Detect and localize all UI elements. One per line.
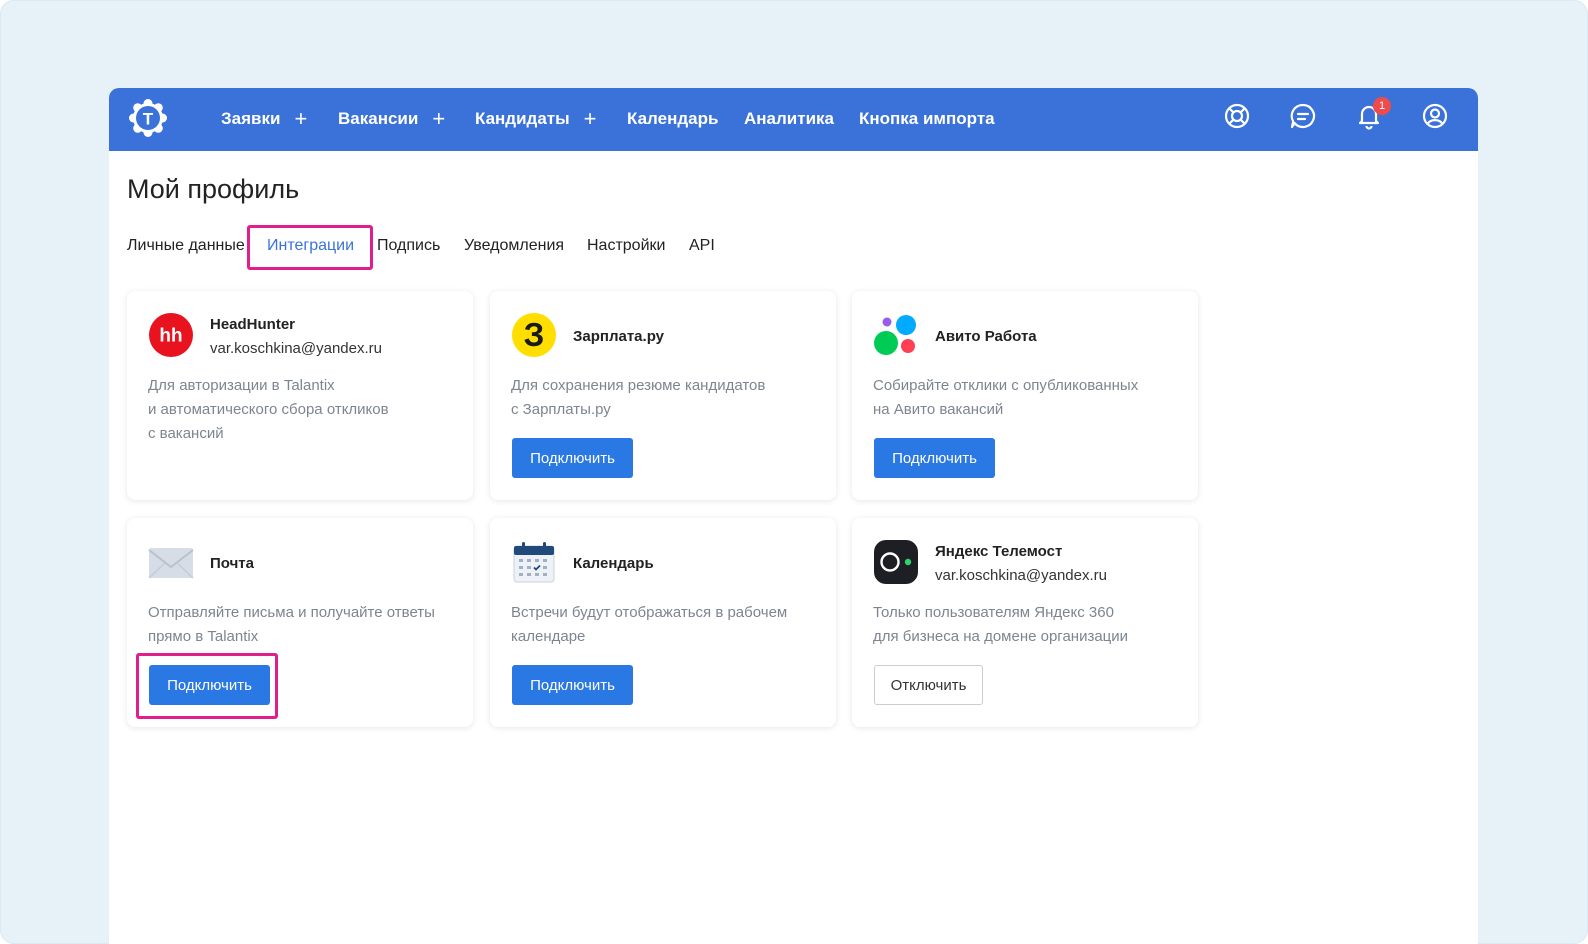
notification-count-badge: 1	[1373, 97, 1391, 115]
svg-text:З: З	[524, 316, 545, 353]
user-profile-icon[interactable]	[1421, 102, 1449, 130]
connect-zarplata-button[interactable]: Подключить	[512, 438, 633, 478]
integration-description: Для авторизации в Talantix и автоматичес…	[148, 377, 389, 442]
avito-logo-icon	[874, 315, 916, 355]
nav-item-analytics[interactable]: Аналитика	[744, 106, 834, 132]
tab-signature[interactable]: Подпись	[377, 237, 440, 255]
integration-name: Календарь	[573, 555, 654, 572]
nav-item-calendar[interactable]: Календарь	[627, 106, 718, 132]
nav-item-requests[interactable]: Заявки +	[221, 106, 307, 132]
svg-text:T: T	[143, 110, 154, 129]
integration-description: Только пользователям Яндекс 360 для бизн…	[873, 604, 1129, 645]
integration-description: Для сохранения резюме кандидатов с Зарпл…	[511, 377, 766, 418]
tab-api[interactable]: API	[689, 237, 715, 255]
chat-icon[interactable]	[1289, 102, 1317, 130]
integration-description: Встречи будут отображаться в рабочем кал…	[511, 604, 788, 645]
zarplata-logo-icon: З	[512, 313, 556, 357]
connect-calendar-button[interactable]: Подключить	[512, 665, 633, 705]
nav-item-candidates[interactable]: Кандидаты +	[475, 106, 597, 132]
svg-text:hh: hh	[159, 326, 182, 347]
integration-card-zarplata: З Зарплата.ру Для сохранения резюме канд…	[490, 291, 836, 500]
add-vacancy-button[interactable]: +	[432, 108, 445, 130]
page-title: Мой профиль	[127, 174, 300, 204]
integration-description: Отправляйте письма и получайте ответы пр…	[148, 604, 435, 645]
disconnect-telemost-button[interactable]: Отключить	[874, 665, 983, 705]
integration-account-email: var.koschkina@yandex.ru	[210, 340, 382, 357]
nav-item-vacancies[interactable]: Вакансии +	[338, 106, 445, 132]
integration-card-calendar: Календарь Встречи будут отображаться в р…	[490, 518, 836, 727]
integration-card-telemost: Яндекс Телемост var.koschkina@yandex.ru …	[852, 518, 1198, 727]
integration-card-headhunter: hh HeadHunter var.koschkina@yandex.ru Дл…	[127, 291, 473, 500]
app-window: T Заявки + Вакансии + Кандидаты + Календ…	[109, 88, 1478, 944]
integration-account-email: var.koschkina@yandex.ru	[935, 567, 1107, 584]
integration-name: Зарплата.ру	[573, 328, 664, 345]
calendar-icon	[513, 542, 555, 583]
add-request-button[interactable]: +	[294, 108, 307, 130]
headhunter-logo-icon: hh	[149, 313, 193, 357]
tab-settings[interactable]: Настройки	[587, 237, 665, 255]
integration-name: HeadHunter	[210, 316, 296, 333]
connect-mail-highlight	[136, 653, 278, 719]
integration-name: Авито Работа	[935, 328, 1037, 345]
connect-avito-button[interactable]: Подключить	[874, 438, 995, 478]
telemost-logo-icon	[874, 540, 918, 584]
top-navigation-bar: T Заявки + Вакансии + Кандидаты + Календ…	[109, 88, 1478, 151]
integration-description: Собирайте отклики с опубликованных на Ав…	[873, 377, 1139, 418]
tab-notifications[interactable]: Уведомления	[464, 237, 564, 255]
add-candidate-button[interactable]: +	[584, 108, 597, 130]
integration-card-avito: Авито Работа Собирайте отклики с опублик…	[852, 291, 1198, 500]
mail-envelope-icon	[148, 548, 194, 579]
integration-name: Яндекс Телемост	[935, 543, 1063, 560]
nav-item-import-button[interactable]: Кнопка импорта	[859, 106, 995, 132]
integration-name: Почта	[210, 555, 254, 572]
talantix-logo-icon[interactable]: T	[128, 98, 168, 138]
integrations-tab-highlight	[247, 225, 373, 270]
lifebuoy-icon[interactable]	[1223, 102, 1251, 130]
tab-personal-data[interactable]: Личные данные	[127, 237, 245, 255]
